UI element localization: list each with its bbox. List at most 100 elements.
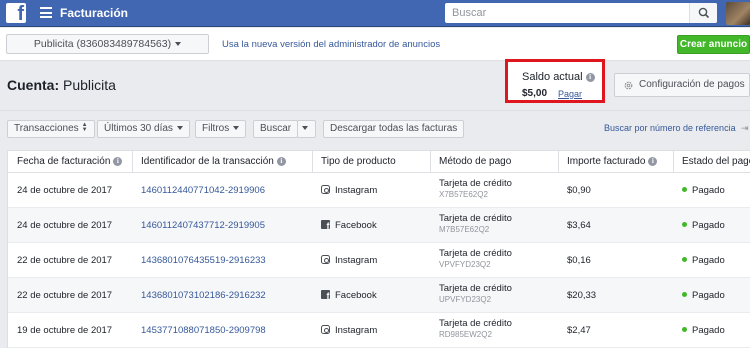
- filters-dropdown[interactable]: Filtros: [195, 120, 247, 138]
- paid-status-icon: [682, 222, 687, 227]
- search-by-reference-link[interactable]: Buscar por número de referencia: [604, 123, 736, 133]
- balance-highlight: Saldo actual i $5,00 Pagar: [505, 59, 605, 103]
- account-selector[interactable]: Publicita (836083489784563): [6, 34, 209, 54]
- header-transaction-id[interactable]: Identificador de la transacción i: [141, 156, 286, 167]
- cell-date: 19 de octubre de 2017: [17, 325, 113, 336]
- account-label: Cuenta:: [7, 77, 60, 93]
- header-date[interactable]: Fecha de facturación i: [17, 156, 123, 167]
- pay-link[interactable]: Pagar: [558, 89, 582, 99]
- download-all-invoices-button[interactable]: Descargar todas las facturas: [323, 120, 465, 138]
- cell-product: Facebook: [321, 220, 377, 231]
- payment-settings-button[interactable]: Configuración de pagos: [614, 73, 750, 97]
- cell-amount: $0,90: [567, 185, 591, 196]
- create-ad-button[interactable]: Crear anuncio: [677, 35, 750, 54]
- top-bar: f Facturación: [0, 0, 750, 27]
- column-divider: [430, 151, 431, 173]
- chevron-down-icon: [302, 126, 308, 131]
- table-row[interactable]: 22 de octubre de 2017 1436801076435519-2…: [8, 243, 750, 278]
- instagram-icon: [321, 255, 330, 264]
- info-icon[interactable]: i: [276, 157, 286, 166]
- method-ref: RD985EW2Q2: [439, 330, 492, 339]
- cell-transaction-id[interactable]: 1453771088071850-2909798: [141, 325, 266, 336]
- cell-date: 22 de octubre de 2017: [17, 255, 113, 266]
- filters-label: Filtros: [202, 123, 230, 134]
- new-version-link[interactable]: Usa la nueva versión del administrador d…: [222, 39, 440, 50]
- period-label: Últimos 30 días: [104, 123, 173, 134]
- column-divider: [558, 151, 559, 173]
- method-ref: M7B57E62Q2: [439, 225, 490, 234]
- balance-value: $5,00: [522, 88, 548, 99]
- info-icon[interactable]: i: [648, 157, 658, 166]
- avatar[interactable]: [726, 2, 750, 25]
- paid-status-icon: [682, 327, 687, 332]
- cell-date: 24 de octubre de 2017: [17, 185, 113, 196]
- status-label: Pagado: [692, 185, 725, 196]
- search-type-button[interactable]: Buscar: [253, 120, 298, 138]
- account-bar: Publicita (836083489784563) Usa la nueva…: [0, 28, 750, 61]
- table-row[interactable]: 24 de octubre de 2017 1460112440771042-2…: [8, 173, 750, 208]
- transactions-dropdown[interactable]: Transacciones ▲ ▼: [7, 120, 95, 138]
- cell-status: Pagado: [682, 255, 725, 266]
- chevron-down-icon: [233, 126, 240, 131]
- balance-label: Saldo actual: [522, 71, 583, 83]
- cell-payment-method: Tarjeta de crédito VPVFYD23Q2: [439, 248, 512, 270]
- method-ref: UPVFYD23Q2: [439, 295, 492, 304]
- period-dropdown[interactable]: Últimos 30 días: [97, 120, 190, 138]
- product-label: Facebook: [335, 290, 377, 301]
- divider: [0, 110, 750, 111]
- cell-status: Pagado: [682, 325, 725, 336]
- cell-status: Pagado: [682, 290, 725, 301]
- transactions-table: Fecha de facturación i Identificador de l…: [7, 150, 750, 348]
- menu-icon[interactable]: [40, 7, 52, 18]
- cell-amount: $3,64: [567, 220, 591, 231]
- chevron-down-icon: [176, 126, 183, 131]
- info-icon[interactable]: i: [585, 73, 595, 82]
- balance-label-row: Saldo actual i: [522, 71, 595, 83]
- cell-amount: $20,33: [567, 290, 597, 301]
- cell-payment-method: Tarjeta de crédito RD985EW2Q2: [439, 318, 512, 340]
- status-label: Pagado: [692, 325, 725, 336]
- column-divider: [132, 151, 133, 173]
- table-header: Fecha de facturación i Identificador de l…: [8, 151, 750, 173]
- cell-transaction-id[interactable]: 1460112440771042-2919906: [141, 185, 265, 196]
- product-label: Facebook: [335, 220, 377, 231]
- header-date-label: Fecha de facturación: [17, 156, 111, 167]
- instagram-icon: [321, 185, 330, 194]
- search-type-dropdown[interactable]: [297, 120, 316, 138]
- cell-transaction-id[interactable]: 1436801073102186-2916232: [141, 290, 266, 301]
- search-button[interactable]: [689, 3, 717, 23]
- table-row[interactable]: 19 de octubre de 2017 1453771088071850-2…: [8, 313, 750, 348]
- export-icon[interactable]: ⇥: [741, 123, 749, 134]
- method-ref: X7B57E62Q2: [439, 190, 488, 199]
- header-product-type[interactable]: Tipo de producto: [321, 156, 396, 167]
- cell-transaction-id[interactable]: 1460112407437712-2919905: [141, 220, 265, 231]
- cell-payment-method: Tarjeta de crédito UPVFYD23Q2: [439, 283, 512, 305]
- cell-product: Instagram: [321, 255, 377, 266]
- transactions-label: Transacciones: [14, 123, 79, 134]
- cell-amount: $0,16: [567, 255, 591, 266]
- column-divider: [673, 151, 674, 173]
- info-icon[interactable]: i: [113, 157, 123, 166]
- method-label: Tarjeta de crédito: [439, 248, 512, 259]
- header-status[interactable]: Estado del pago: [682, 156, 750, 167]
- table-row[interactable]: 22 de octubre de 2017 1436801073102186-2…: [8, 278, 750, 313]
- status-label: Pagado: [692, 220, 725, 231]
- facebook-icon: [321, 290, 330, 301]
- header-amount-label: Importe facturado: [567, 156, 646, 167]
- header-payment-method[interactable]: Método de pago: [439, 156, 511, 167]
- column-divider: [312, 151, 313, 173]
- sort-icon: ▲ ▼: [81, 122, 88, 134]
- chevron-down-icon: [175, 42, 182, 47]
- search-icon: [698, 7, 710, 19]
- facebook-logo-icon[interactable]: f: [6, 3, 26, 24]
- cell-date: 24 de octubre de 2017: [17, 220, 113, 231]
- paid-status-icon: [682, 187, 687, 192]
- search-input[interactable]: [445, 3, 689, 23]
- table-row[interactable]: 24 de octubre de 2017 1460112407437712-2…: [8, 208, 750, 243]
- cell-transaction-id[interactable]: 1436801076435519-2916233: [141, 255, 266, 266]
- method-ref: VPVFYD23Q2: [439, 260, 491, 269]
- cell-status: Pagado: [682, 185, 725, 196]
- status-label: Pagado: [692, 255, 725, 266]
- cell-payment-method: Tarjeta de crédito X7B57E62Q2: [439, 178, 512, 200]
- header-amount[interactable]: Importe facturado i: [567, 156, 658, 167]
